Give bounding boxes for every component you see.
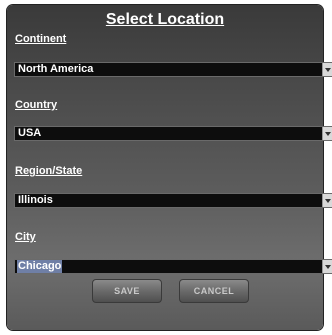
dialog-title: Select Location — [105, 11, 225, 28]
chevron-down-icon[interactable] — [322, 260, 332, 273]
city-select[interactable]: Chicago — [14, 259, 332, 274]
continent-label: Continent — [15, 33, 67, 45]
chevron-down-icon[interactable] — [322, 127, 332, 140]
country-label: Country — [15, 99, 58, 111]
continent-value: North America — [18, 63, 94, 75]
city-value: Chicago — [17, 260, 63, 273]
country-value: USA — [18, 127, 42, 139]
country-select[interactable]: USA — [14, 126, 332, 141]
select-location-dialog: Select Location Continent North America … — [7, 5, 332, 330]
continent-select[interactable]: North America — [14, 62, 332, 77]
region-select[interactable]: Illinois — [14, 193, 332, 208]
region-label: Region/State — [15, 165, 83, 177]
chevron-down-icon[interactable] — [322, 194, 332, 207]
chevron-down-icon[interactable] — [322, 63, 332, 76]
save-button[interactable]: SAVE — [92, 279, 162, 303]
cancel-button[interactable]: CANCEL — [179, 279, 249, 303]
city-label: City — [15, 231, 36, 243]
region-value: Illinois — [18, 194, 53, 206]
